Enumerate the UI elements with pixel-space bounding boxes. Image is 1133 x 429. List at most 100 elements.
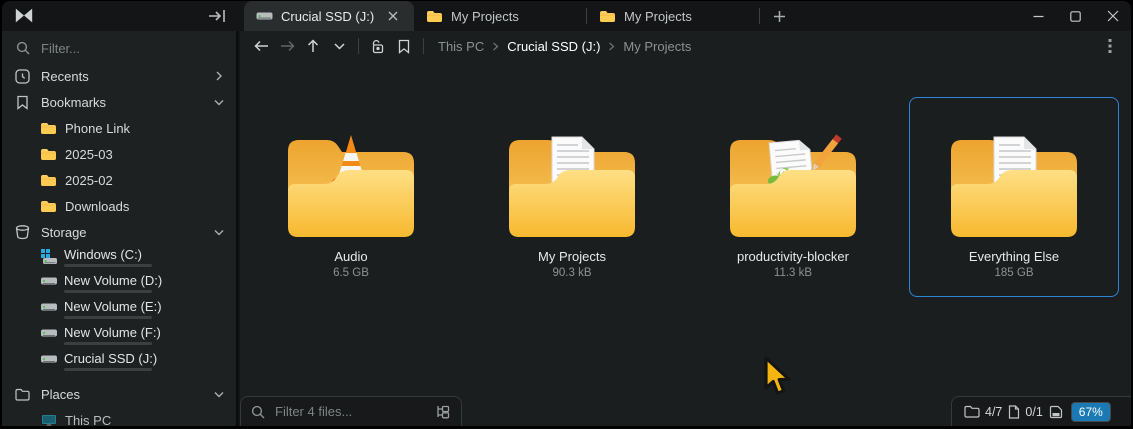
drive-icon (40, 327, 58, 339)
file-name: productivity-blocker (737, 249, 849, 264)
zoom-level-badge[interactable]: 67% (1070, 401, 1111, 422)
chevron-down-icon[interactable] (214, 389, 224, 399)
drive-usage-gauge (64, 264, 152, 267)
maximize-icon[interactable] (1057, 1, 1094, 31)
sidebar-item-2025-02[interactable]: 2025-02 (2, 167, 236, 193)
sidebar-item-label: This PC (65, 412, 112, 427)
drive-label: Windows (C:) (64, 247, 143, 262)
app-window: Crucial SSD (J:) My Projects My Projects… (0, 0, 1133, 429)
breadcrumb-crucial-ssd[interactable]: Crucial SSD (J:) (507, 39, 600, 54)
folder-icon (40, 148, 57, 161)
breadcrumb-chevron-icon (493, 42, 499, 50)
breadcrumb-this-pc[interactable]: This PC (438, 39, 484, 54)
sidebar-item-this-pc[interactable]: This PC (2, 407, 236, 426)
new-tab-icon[interactable] (766, 4, 792, 28)
sidebar-section-storage[interactable]: Storage (2, 219, 236, 245)
tab-crucial-ssd[interactable]: Crucial SSD (J:) (244, 1, 414, 31)
sidebar-section-bookmarks[interactable]: Bookmarks (2, 89, 236, 115)
breadcrumb: This PC Crucial SSD (J:) My Projects (438, 39, 691, 54)
sidebar-filter-input[interactable] (39, 39, 189, 57)
file-size: 90.3 kB (552, 267, 592, 279)
file-size: 6.5 GB (333, 267, 369, 279)
folder-outline-icon (964, 405, 980, 418)
tab-close-icon[interactable] (384, 7, 402, 25)
search-icon (16, 41, 30, 55)
file-name: Everything Else (968, 249, 1060, 264)
folder-outline-icon (14, 388, 31, 401)
breadcrumb-chevron-icon (609, 42, 615, 50)
history-chevron-icon[interactable] (326, 34, 352, 58)
sidebar-drive-e[interactable]: New Volume (E:) (2, 297, 236, 323)
forward-icon[interactable] (274, 34, 300, 58)
filter-options-icon[interactable] (435, 404, 451, 420)
drive-usage-gauge (64, 342, 152, 345)
drive-icon (40, 275, 58, 287)
sidebar-drive-windows-c[interactable]: Windows (C:) (2, 245, 236, 271)
sidebar-drive-crucial-j[interactable]: Crucial SSD (J:) (2, 349, 236, 375)
sidebar-drive-f[interactable]: New Volume (F:) (2, 323, 236, 349)
folder-notes-icon (730, 134, 856, 237)
drive-label: Crucial SSD (J:) (64, 351, 158, 366)
tab-label: My Projects (451, 8, 519, 24)
breadcrumb-my-projects[interactable]: My Projects (623, 39, 691, 54)
close-window-icon[interactable] (1094, 1, 1131, 31)
sidebar-item-label: 2025-02 (65, 172, 113, 188)
bookmark-icon[interactable] (391, 34, 417, 58)
folder-count: 4/7 (964, 405, 1002, 419)
up-icon[interactable] (300, 34, 326, 58)
sidebar-section-label: Bookmarks (41, 94, 107, 110)
file-count-value: 0/1 (1025, 404, 1043, 419)
drive-label: New Volume (D:) (64, 273, 163, 288)
collapse-sidebar-icon[interactable] (204, 5, 230, 27)
sidebar-section-places[interactable]: Places (2, 381, 236, 407)
drive-usage-gauge (64, 368, 152, 371)
folder-icon (599, 10, 616, 23)
drive-icon (40, 301, 58, 313)
chevron-down-icon[interactable] (214, 227, 224, 237)
file-name: Audio (334, 249, 368, 264)
clock-icon (14, 68, 31, 84)
file-name: My Projects (538, 249, 606, 264)
drive-usage-gauge (64, 316, 152, 319)
sidebar: Recents Bookmarks Phone Link (2, 31, 238, 426)
sidebar-drive-d[interactable]: New Volume (D:) (2, 271, 236, 297)
file-count: 0/1 (1008, 404, 1043, 419)
file-size: 11.3 kB (773, 267, 813, 279)
tab-bar: Crucial SSD (J:) My Projects My Projects (244, 1, 792, 31)
file-tile-everything-else[interactable]: Everything Else 185 GB (909, 97, 1119, 297)
sidebar-item-recents[interactable]: Recents (2, 63, 236, 89)
drive-icon (256, 10, 273, 22)
tab-my-projects-2[interactable]: My Projects (587, 1, 759, 31)
file-tile-productivity-blocker[interactable]: productivity-blocker 11.3 kB (688, 97, 898, 297)
file-size: 185 GB (994, 267, 1034, 279)
bookmark-icon (14, 95, 31, 110)
file-tile-my-projects[interactable]: My Projects 90.3 kB (467, 97, 677, 297)
drive-icon (40, 353, 58, 365)
back-icon[interactable] (248, 34, 274, 58)
sidebar-item-2025-03[interactable]: 2025-03 (2, 141, 236, 167)
chevron-right-icon[interactable] (214, 71, 224, 81)
drive-label: New Volume (F:) (64, 325, 161, 340)
sidebar-item-label: 2025-03 (65, 146, 113, 162)
folder-vlc-icon (288, 135, 414, 237)
sidebar-item-phone-link[interactable]: Phone Link (2, 115, 236, 141)
folder-documents-icon (509, 136, 635, 237)
folder-count-value: 4/7 (985, 404, 1003, 419)
main-panel: This PC Crucial SSD (J:) My Projects Aud… (240, 31, 1131, 426)
unlock-icon[interactable] (365, 34, 391, 58)
sidebar-filter[interactable] (12, 35, 226, 61)
sidebar-item-downloads[interactable]: Downloads (2, 193, 236, 219)
toolbar: This PC Crucial SSD (J:) My Projects (240, 31, 1131, 61)
file-filter-input[interactable] (273, 403, 427, 420)
windows-drive-icon (40, 249, 58, 265)
tab-my-projects-1[interactable]: My Projects (414, 1, 586, 31)
chevron-down-icon[interactable] (214, 97, 224, 107)
minimize-icon[interactable] (1020, 1, 1057, 31)
folder-documents-icon (951, 136, 1077, 237)
file-tile-audio[interactable]: Audio 6.5 GB (246, 97, 456, 297)
file-filter-panel[interactable] (240, 396, 462, 426)
search-icon (251, 405, 265, 419)
more-options-icon[interactable] (1097, 34, 1123, 58)
window-controls (1020, 1, 1131, 31)
drive-label: New Volume (E:) (64, 299, 162, 314)
